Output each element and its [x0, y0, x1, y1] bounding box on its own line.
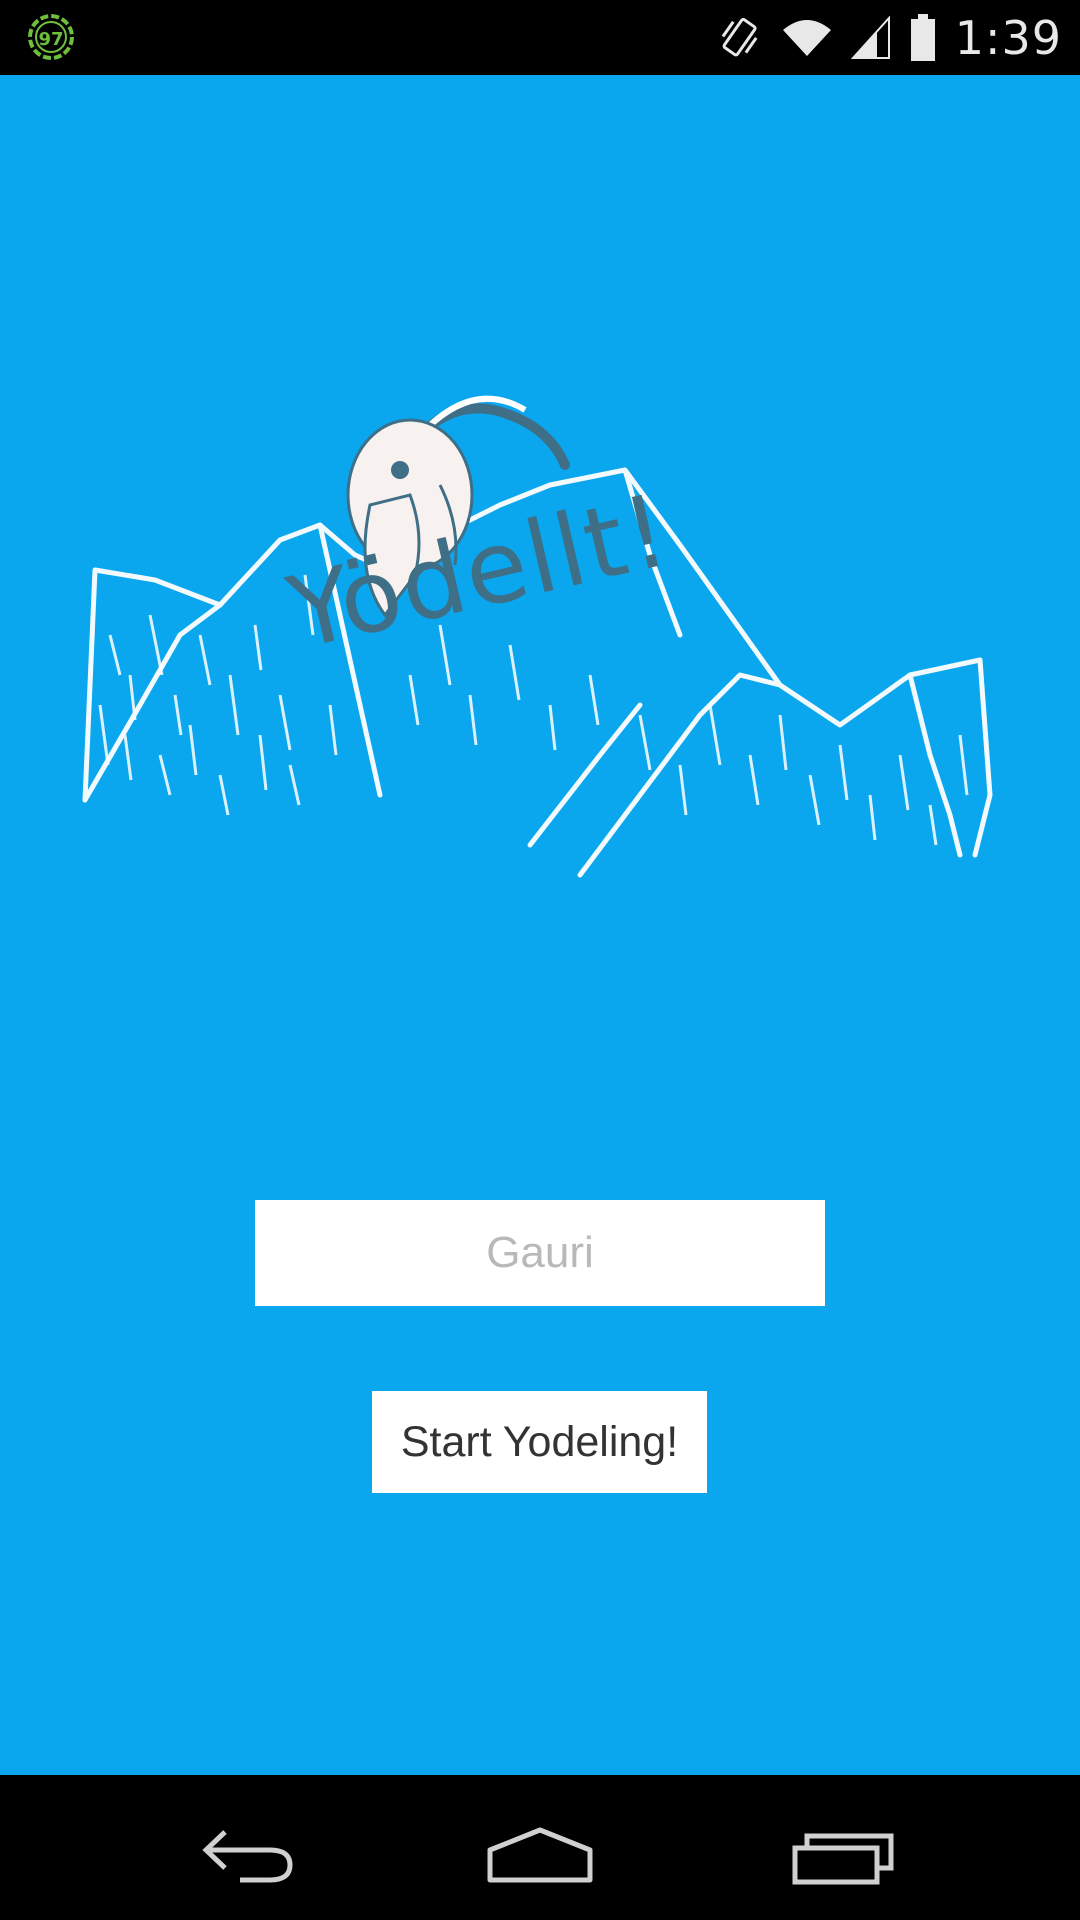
- notification-badge-count: 97: [38, 29, 63, 50]
- status-clock: 1:39: [954, 10, 1062, 65]
- vibrate-icon: [721, 17, 758, 56]
- name-input[interactable]: [255, 1200, 825, 1306]
- app-logo: [80, 375, 1000, 895]
- notification-badge-icon: 97: [26, 12, 76, 62]
- cell-signal-icon: [850, 15, 890, 59]
- navigation-bar: [0, 1775, 1080, 1920]
- recents-icon: [792, 1833, 894, 1885]
- status-bar: 97 1:39: [0, 0, 1080, 75]
- mountains-goat-illustration: [82, 395, 993, 878]
- battery-icon: [910, 13, 935, 61]
- recents-button[interactable]: [785, 1810, 905, 1890]
- back-button[interactable]: [180, 1810, 300, 1890]
- home-button[interactable]: [480, 1810, 600, 1890]
- wifi-icon: [782, 19, 831, 56]
- back-icon: [202, 1830, 293, 1883]
- status-icons: 1:39: [715, 0, 1062, 75]
- screen: 97 1:39 Yödellt! Gauri Start Yodeling!: [0, 0, 1080, 1920]
- app-content: Yödellt! Start Yodeling!: [0, 75, 1080, 1775]
- start-yodeling-button[interactable]: Start Yodeling!: [372, 1391, 707, 1493]
- home-icon: [487, 1827, 593, 1883]
